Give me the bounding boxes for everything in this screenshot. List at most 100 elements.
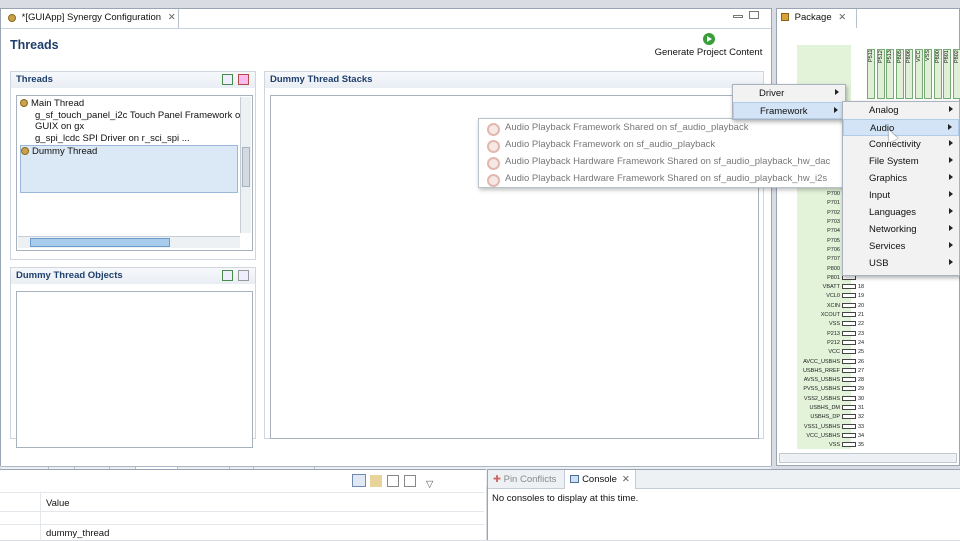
top-pin[interactable]: P511 (867, 49, 875, 99)
menu-item-audio[interactable]: Audio (843, 119, 959, 136)
pin-row[interactable]: VCL019 (794, 292, 880, 300)
menu-item-services[interactable]: Services (843, 238, 959, 255)
menu-item-driver[interactable]: Driver (733, 85, 845, 102)
top-pin[interactable]: P802 (953, 49, 960, 99)
pin-view-icon[interactable] (404, 475, 416, 487)
top-pin[interactable]: P800 (934, 49, 942, 99)
pin-number: 20 (856, 302, 868, 310)
pin-pad (842, 293, 856, 298)
pin-number: 32 (856, 413, 868, 421)
properties-view: ▽ Value dummy_thread (0, 469, 486, 540)
minimize-icon[interactable] (733, 15, 743, 18)
tree-node-touch-panel[interactable]: g_sf_touch_panel_i2c Touch Panel Framewo… (20, 110, 238, 122)
pin-row[interactable]: AVCC_USBHS26 (794, 358, 880, 366)
top-pin[interactable]: P801 (943, 49, 951, 99)
pin-row[interactable]: USBHS_RREF27 (794, 367, 880, 375)
list-item[interactable]: Audio Playback Framework Shared on sf_au… (479, 119, 843, 136)
pin-row[interactable]: USBHS_DM31 (794, 404, 880, 412)
package-horizontal-scrollbar[interactable] (779, 453, 957, 463)
close-icon[interactable]: ✕ (622, 474, 630, 485)
top-pin[interactable]: P806 (905, 49, 913, 99)
vertical-scrollbar[interactable] (240, 97, 251, 233)
pin-number: 35 (856, 441, 868, 449)
pin-number: 29 (856, 385, 868, 393)
scrollbar-thumb[interactable] (30, 238, 170, 247)
editor-tab-title: *[GUIApp] Synergy Configuration (22, 12, 161, 23)
categories-icon[interactable] (352, 474, 366, 487)
pin-row[interactable]: VSS 22 (794, 320, 880, 328)
pin-row[interactable]: PVSS_USBHS29 (794, 385, 880, 393)
tab-pin-conflicts[interactable]: ✚ Pin Conflicts (488, 470, 561, 489)
submenu-arrow-icon (949, 157, 953, 163)
menu-item-connectivity[interactable]: Connectivity (843, 136, 959, 153)
pin-row[interactable]: USBHS_DP 32 (794, 413, 880, 421)
pin-row[interactable]: P21224 (794, 339, 880, 347)
close-icon[interactable]: ✕ (168, 12, 176, 23)
pin-row[interactable]: XCOUT21 (794, 311, 880, 319)
menu-item-languages[interactable]: Languages (843, 204, 959, 221)
list-item[interactable]: Audio Playback Framework on sf_audio_pla… (479, 136, 843, 153)
pin-label: VCC (794, 348, 842, 356)
package-tab[interactable]: Package ✕ (777, 9, 857, 28)
pin-label: P702 (794, 209, 842, 217)
remove-object-icon[interactable] (238, 270, 249, 281)
submenu-arrow-icon (948, 124, 952, 130)
maximize-icon[interactable] (749, 11, 759, 19)
submenu-arrow-icon (949, 225, 953, 231)
editor-body: Threads Generate Project Content Threads… (1, 28, 771, 467)
pin-label: USBHS_DM (794, 404, 842, 412)
pin-label: VCC_USBHS (794, 432, 842, 440)
tree-node-main-thread[interactable]: Main Thread (20, 98, 238, 110)
menu-item-framework[interactable]: Framework (733, 102, 845, 119)
filter-icon[interactable] (370, 475, 382, 487)
menu-item-usb[interactable]: USB (843, 255, 959, 272)
remove-thread-icon[interactable] (238, 74, 249, 85)
pin-pad (842, 321, 856, 326)
menu-item-networking[interactable]: Networking (843, 221, 959, 238)
list-item[interactable]: Audio Playback Hardware Framework Shared… (479, 153, 843, 170)
add-object-icon[interactable] (222, 270, 233, 281)
pin-row[interactable]: VSS35 (794, 441, 880, 449)
top-pin[interactable]: VSS (924, 49, 932, 99)
pin-row[interactable]: XCIN20 (794, 302, 880, 310)
tree-node-dummy-thread[interactable]: Dummy Thread (20, 145, 238, 193)
pin-row[interactable]: P21323 (794, 330, 880, 338)
pin-row[interactable]: AVSS_USBHS28 (794, 376, 880, 384)
horizontal-scrollbar[interactable] (18, 236, 240, 248)
submenu-arrow-icon (949, 208, 953, 214)
objects-section: Dummy Thread Objects (10, 267, 256, 439)
top-pin[interactable]: P512 (877, 49, 885, 99)
top-pin[interactable]: VCC (915, 49, 923, 99)
menu-item-file-system[interactable]: File System (843, 153, 959, 170)
pin-row[interactable]: VBATT18 (794, 283, 880, 291)
close-icon[interactable]: ✕ (838, 12, 846, 23)
top-pin[interactable]: P805 (896, 49, 904, 99)
top-pin[interactable]: P513 (886, 49, 894, 99)
editor-tab[interactable]: *[GUIApp] Synergy Configuration ✕ (1, 9, 179, 28)
pin-row[interactable]: VCC25 (794, 348, 880, 356)
list-item[interactable]: Audio Playback Hardware Framework Shared… (479, 170, 843, 187)
stack-suggestion-list: Audio Playback Framework Shared on sf_au… (478, 118, 844, 188)
pin-label: P800 (794, 265, 842, 273)
collapse-icon[interactable] (387, 475, 399, 487)
tree-node-touch-panel-cont[interactable]: GUIX on gx (20, 121, 238, 133)
pin-number: 22 (856, 320, 868, 328)
menu-item-graphics[interactable]: Graphics (843, 170, 959, 187)
generate-project-content-button[interactable]: Generate Project Content (651, 33, 766, 58)
properties-row[interactable]: dummy_thread (0, 524, 484, 540)
pin-row[interactable]: VSS1_USBHS33 (794, 423, 880, 431)
pin-row[interactable]: VCC_USBHS34 (794, 432, 880, 440)
menu-item-analog[interactable]: Analog (843, 102, 959, 119)
pin-pad (842, 368, 856, 373)
pin-pad (842, 414, 856, 419)
tree-node-spi-lcdc[interactable]: g_spi_lcdc SPI Driver on r_sci_spi ... (20, 133, 238, 145)
pin-label: VSS (794, 320, 842, 328)
scrollbar-thumb[interactable] (242, 147, 250, 187)
menu-item-input[interactable]: Input (843, 187, 959, 204)
pin-row[interactable]: VSS2_USBHS30 (794, 395, 880, 403)
add-thread-icon[interactable] (222, 74, 233, 85)
pin-label: USBHS_DP (794, 413, 842, 421)
value-column-header: Value (46, 498, 70, 509)
view-menu-icon[interactable]: ▽ (426, 479, 433, 490)
tab-console[interactable]: Console✕ (564, 470, 636, 489)
